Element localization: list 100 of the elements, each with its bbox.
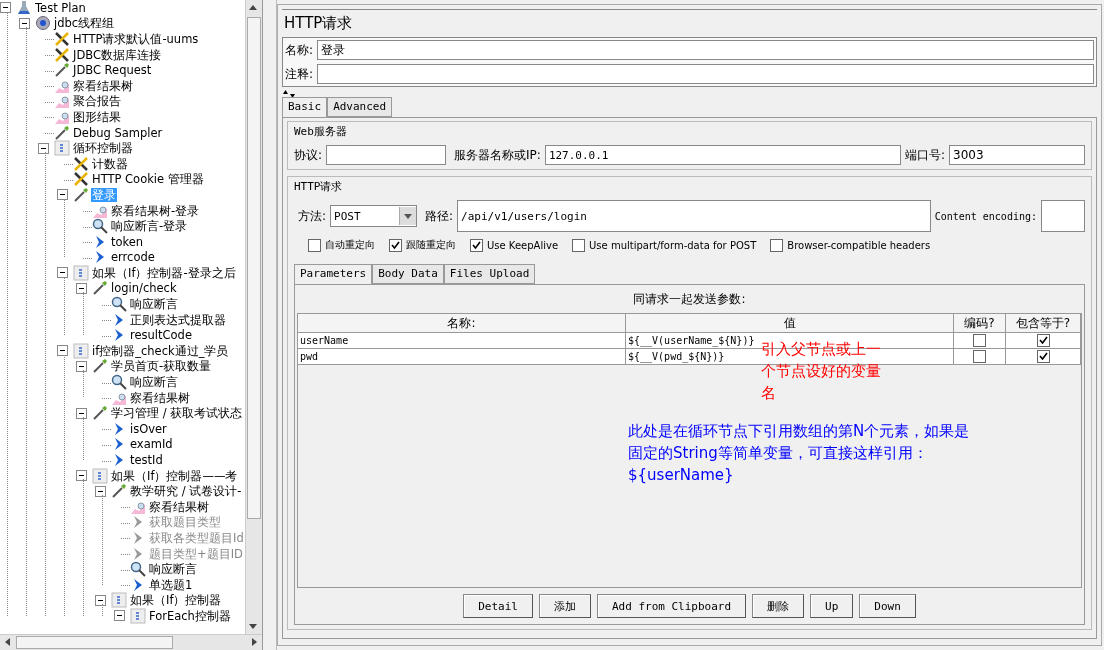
horizontal-scrollbar[interactable] xyxy=(0,634,262,650)
encoding-field[interactable] xyxy=(1041,200,1085,232)
tree-item[interactable]: JDBC数据库连接 xyxy=(72,47,162,62)
tree-item[interactable]: 察看结果树 xyxy=(72,78,134,93)
tree-item[interactable]: 响应断言 xyxy=(148,562,198,577)
tree-item[interactable]: 如果（If）控制器-登录之后 xyxy=(91,265,237,280)
collapse-icon[interactable] xyxy=(95,594,106,606)
tree-item[interactable]: login/check xyxy=(110,281,178,296)
tree-item[interactable]: 学习管理 / 获取考试状态 xyxy=(110,406,244,421)
tab[interactable]: Files Upload xyxy=(443,264,536,284)
pipette-icon xyxy=(92,405,108,422)
pipette-icon xyxy=(54,124,70,141)
tree-item[interactable]: resultCode xyxy=(129,328,193,343)
tree-item[interactable]: 察看结果树 xyxy=(148,499,210,514)
option-label: Use KeepAlive xyxy=(487,239,559,251)
column-header[interactable]: 编码? xyxy=(954,314,1006,333)
port-field[interactable]: 3003 xyxy=(949,145,1085,165)
tree-item[interactable]: token xyxy=(110,234,145,249)
column-header[interactable]: 包含等于? xyxy=(1006,314,1081,333)
tree-item[interactable]: Test Plan xyxy=(34,0,87,15)
tree-item[interactable]: 响应断言 xyxy=(129,297,179,312)
tree-item[interactable]: 学员首页-获取数量 xyxy=(110,359,213,374)
collapse-icon[interactable] xyxy=(57,267,68,279)
tree-item[interactable]: examId xyxy=(129,437,174,452)
tree-item[interactable]: if控制器_check通过_学员 xyxy=(91,343,230,358)
table-button[interactable]: 添加 xyxy=(538,594,591,618)
checkbox[interactable] xyxy=(1036,334,1050,347)
tree-item[interactable]: 响应断言 xyxy=(129,375,179,390)
collapse-icon[interactable] xyxy=(76,283,87,294)
tree-item[interactable]: errcode xyxy=(110,250,156,265)
collapse-icon[interactable] xyxy=(95,485,106,497)
collapse-arrows-icon[interactable] xyxy=(282,90,296,98)
checkbox[interactable] xyxy=(770,238,784,252)
column-header[interactable]: 值 xyxy=(626,314,954,333)
caret-icon[interactable] xyxy=(399,207,417,225)
controller-icon xyxy=(111,592,127,609)
option-label: Use multipart/form-data for POST xyxy=(589,239,757,251)
tree-item[interactable]: 察看结果树-登录 xyxy=(110,203,201,218)
tree-item[interactable]: 计数器 xyxy=(91,156,129,171)
table-button[interactable]: Down xyxy=(859,594,916,618)
magnifier-icon xyxy=(130,561,146,578)
checkbox[interactable] xyxy=(973,334,986,347)
tree-item[interactable]: 响应断言-登录 xyxy=(110,219,189,234)
collapse-icon[interactable] xyxy=(0,2,11,14)
collapse-icon[interactable] xyxy=(38,142,49,154)
collapse-icon[interactable] xyxy=(57,345,68,357)
tab[interactable]: Basic xyxy=(282,97,328,118)
option-label: Browser-compatible headers xyxy=(787,239,931,251)
tree-item[interactable]: 聚合报告 xyxy=(72,94,122,109)
collapse-icon[interactable] xyxy=(19,17,30,29)
tree-item[interactable]: testId xyxy=(129,453,164,467)
chart-icon xyxy=(54,93,70,110)
comment-label: 注释: xyxy=(285,65,314,83)
tree-item[interactable]: 如果（If）控制器 xyxy=(129,593,223,608)
table-button[interactable]: Detail xyxy=(463,594,533,618)
checkbox[interactable] xyxy=(389,238,402,252)
table-button[interactable]: Up xyxy=(810,594,854,618)
tab[interactable]: Parameters xyxy=(294,264,373,285)
comment-field[interactable] xyxy=(317,64,1094,84)
collapse-icon[interactable] xyxy=(57,189,68,201)
protocol-label: 协议: xyxy=(294,146,323,164)
checkbox[interactable] xyxy=(470,238,483,252)
table-button[interactable]: Add from Clipboard xyxy=(596,594,747,618)
checkbox[interactable] xyxy=(1036,350,1050,363)
tab[interactable]: Advanced xyxy=(327,97,393,117)
tree-item[interactable]: jdbc线程组 xyxy=(53,16,116,31)
tree-item[interactable]: 循环控制器 xyxy=(72,141,134,156)
collapse-icon[interactable] xyxy=(76,470,87,482)
checkbox[interactable] xyxy=(308,238,321,252)
name-field[interactable]: 登录 xyxy=(317,40,1094,60)
tree-item[interactable]: 图形结果 xyxy=(72,109,122,124)
vertical-scrollbar[interactable] xyxy=(244,0,262,634)
annotation-text: 引入父节点或上一个节点设好的变量名 xyxy=(761,339,882,404)
tree-item[interactable]: isOver xyxy=(129,421,168,436)
tree-item[interactable]: 单选题1 xyxy=(148,577,194,592)
table-button[interactable]: 删除 xyxy=(752,594,805,618)
tree-item[interactable]: ForEach控制器 xyxy=(148,608,232,623)
tree-item[interactable]: 如果（If）控制器——考 xyxy=(110,468,239,483)
tree-item[interactable]: JDBC Request xyxy=(72,63,153,78)
column-header[interactable]: 名称: xyxy=(298,314,626,333)
table-cell: userName xyxy=(298,333,626,349)
tree-item[interactable]: 正则表达式提取器 xyxy=(129,312,227,327)
collapse-icon[interactable] xyxy=(114,610,125,622)
tree-item[interactable]: 教学研究 / 试卷设计- xyxy=(129,484,243,499)
checkbox[interactable] xyxy=(973,350,986,363)
protocol-field[interactable] xyxy=(326,145,447,165)
collapse-icon[interactable] xyxy=(76,407,87,419)
tab[interactable]: Body Data xyxy=(372,264,444,284)
tree-item[interactable]: 察看结果树 xyxy=(129,390,191,405)
tree-item[interactable]: Debug Sampler xyxy=(72,125,164,140)
pipette-icon xyxy=(92,280,108,297)
path-field[interactable]: /api/v1/users/login xyxy=(457,200,931,232)
tree-item[interactable]: HTTP Cookie 管理器 xyxy=(91,172,205,187)
tree-item[interactable]: HTTP请求默认值-uums xyxy=(72,32,200,46)
port-label: 端口号: xyxy=(904,146,945,164)
collapse-icon[interactable] xyxy=(76,360,87,372)
checkbox[interactable] xyxy=(572,238,586,252)
controller-icon xyxy=(54,140,70,157)
server-field[interactable]: 127.0.0.1 xyxy=(544,145,901,165)
method-dropdown[interactable]: POST xyxy=(330,205,418,227)
